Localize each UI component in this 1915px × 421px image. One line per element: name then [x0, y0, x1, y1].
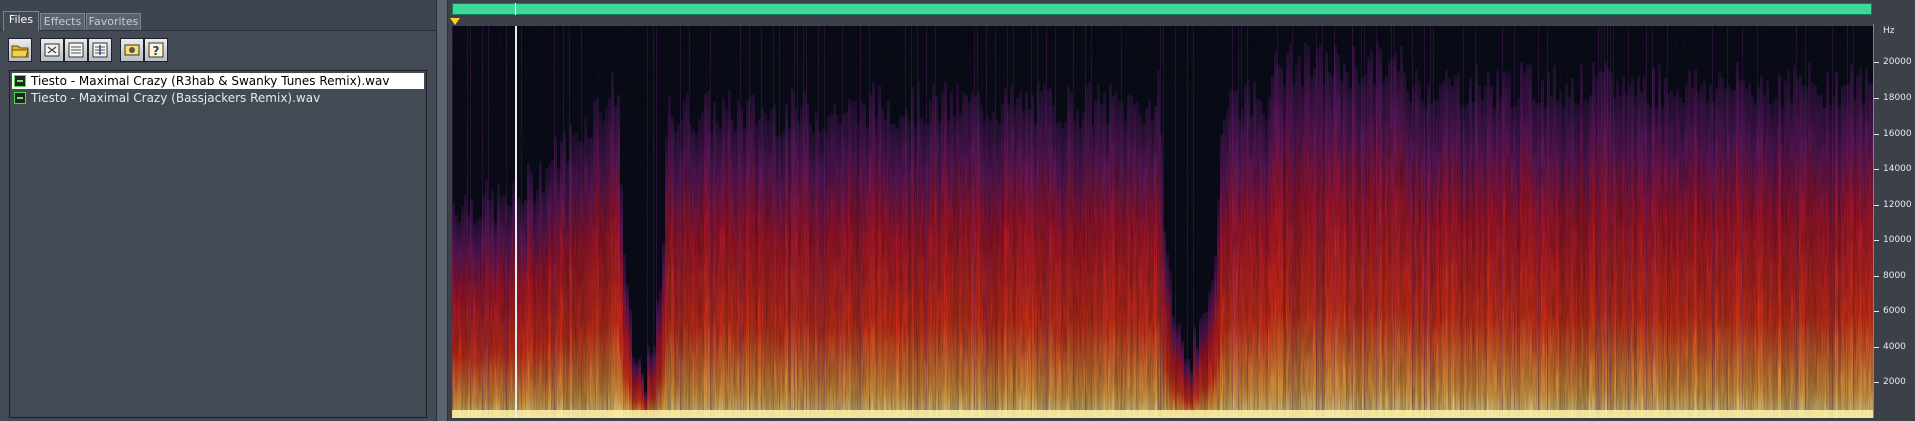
start-marker-icon[interactable]	[450, 18, 460, 25]
overview-bar-area	[448, 0, 1915, 25]
frequency-tick-label: 16000	[1883, 128, 1912, 139]
overview-range-bar[interactable]	[452, 3, 1872, 15]
frequency-tick	[1874, 98, 1879, 99]
frequency-tick-label: 12000	[1883, 199, 1912, 210]
close-file-button[interactable]	[40, 38, 64, 62]
open-file-button[interactable]	[8, 38, 32, 62]
frequency-tick-label: 18000	[1883, 93, 1912, 103]
overview-cursor	[515, 3, 516, 15]
frequency-tick-label: 6000	[1883, 306, 1906, 317]
spectrogram-canvas	[452, 26, 1873, 418]
frequency-axis: Hz 20000 18000 16000 14000 12000 10000 8000 600…	[1873, 24, 1915, 418]
organizer-panel: Files Effects Favorites ? Tiesto - Maxim…	[0, 0, 436, 421]
close-file-icon	[44, 43, 60, 57]
insert-multitrack-button[interactable]	[88, 38, 112, 62]
options-button[interactable]	[120, 38, 144, 62]
frequency-tick	[1874, 311, 1879, 313]
svg-text:?: ?	[153, 44, 160, 58]
frequency-tick	[1874, 346, 1879, 348]
options-icon	[124, 44, 140, 56]
wave-file-icon	[14, 92, 26, 104]
wave-file-icon	[14, 75, 26, 87]
file-list-item[interactable]: Tiesto - Maximal Crazy (R3hab & Swanky T…	[12, 73, 424, 89]
frequency-tick-label: 14000	[1883, 164, 1912, 175]
open-file-icon	[11, 45, 29, 58]
file-name: Tiesto - Maximal Crazy (Bassjackers Remi…	[31, 91, 321, 105]
frequency-tick-label: 8000	[1883, 270, 1906, 281]
tab-effects[interactable]: Effects	[40, 13, 85, 30]
frequency-tick	[1874, 204, 1879, 206]
file-list-item[interactable]: Tiesto - Maximal Crazy (Bassjackers Remi…	[12, 90, 424, 106]
frequency-tick	[1874, 133, 1879, 135]
panel-splitter[interactable]	[436, 0, 448, 421]
frequency-tick	[1874, 382, 1879, 384]
tab-favorites[interactable]: Favorites	[86, 13, 141, 30]
help-icon: ?	[148, 42, 164, 58]
tab-files[interactable]: Files	[3, 11, 39, 31]
playhead-cursor[interactable]	[515, 26, 517, 418]
waveform-editor: Hz 20000 18000 16000 14000 12000 10000 8000 600…	[448, 0, 1915, 421]
spectrogram-grain	[452, 26, 1873, 418]
frequency-tick	[1874, 62, 1879, 64]
file-list[interactable]: Tiesto - Maximal Crazy (R3hab & Swanky T…	[9, 70, 427, 418]
insert-file-icon	[68, 42, 84, 58]
insert-multitrack-icon	[92, 42, 108, 58]
frequency-tick-label: 4000	[1883, 341, 1906, 352]
frequency-unit-label: Hz	[1883, 26, 1895, 36]
frequency-tick-label: 10000	[1883, 235, 1912, 246]
frequency-tick	[1874, 169, 1879, 171]
low-frequency-band	[452, 410, 1873, 418]
frequency-tick	[1874, 240, 1879, 242]
organizer-tab-bar: Files Effects Favorites	[0, 0, 436, 31]
frequency-tick-label: 20000	[1883, 57, 1912, 68]
help-button[interactable]: ?	[144, 38, 168, 62]
frequency-tick-label: 2000	[1883, 377, 1906, 388]
spectral-view[interactable]	[452, 26, 1873, 418]
file-name: Tiesto - Maximal Crazy (R3hab & Swanky T…	[31, 74, 390, 88]
frequency-tick	[1874, 275, 1879, 277]
insert-file-button[interactable]	[64, 38, 88, 62]
